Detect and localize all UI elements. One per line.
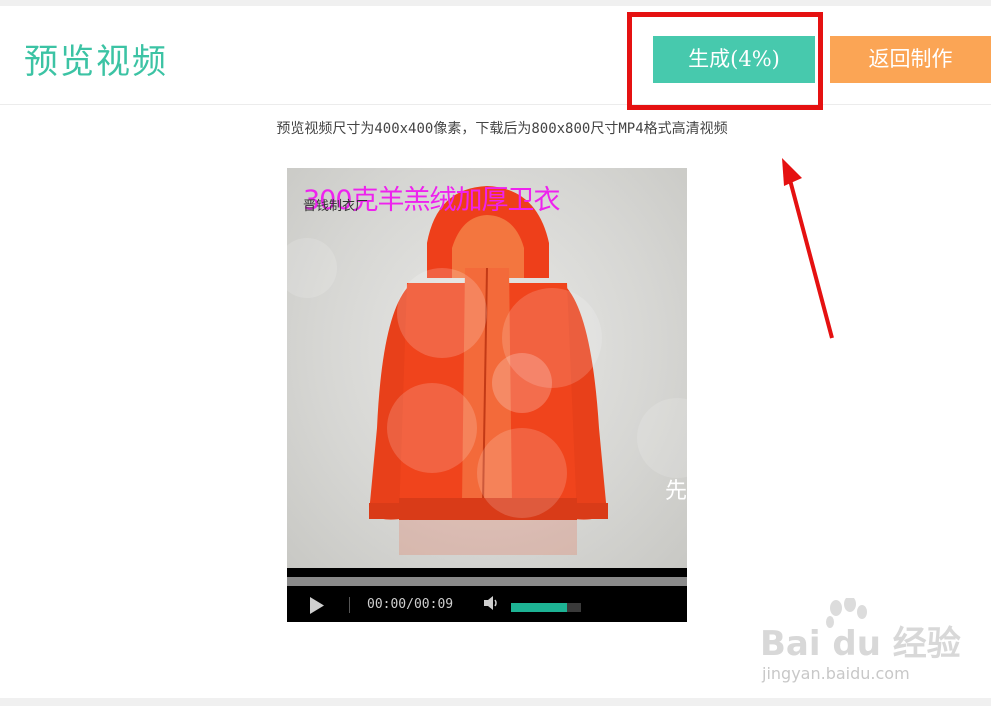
volume-level-fill bbox=[511, 603, 567, 612]
annotation-highlight-box bbox=[627, 12, 823, 110]
seek-bar[interactable] bbox=[287, 577, 687, 586]
back-to-edit-button[interactable]: 返回制作 bbox=[830, 36, 991, 83]
player-controls: 00:00/00:09 bbox=[287, 588, 687, 622]
watermark-text: Bai du 经验 bbox=[760, 624, 961, 664]
controls-divider bbox=[349, 597, 350, 613]
volume-icon[interactable] bbox=[484, 596, 500, 610]
video-frame[interactable]: 300克羊羔绒加厚卫衣 晋钱制衣厂 先 bbox=[287, 168, 687, 568]
volume-slider[interactable] bbox=[511, 603, 581, 612]
annotation-arrow-icon bbox=[782, 158, 834, 339]
header-bar: 预览视频 生成(4%) 返回制作 bbox=[0, 6, 991, 105]
video-player[interactable]: 300克羊羔绒加厚卫衣 晋钱制衣厂 先 00:00/00:09 bbox=[287, 168, 687, 622]
jacket-image bbox=[287, 186, 687, 555]
play-icon[interactable] bbox=[309, 597, 325, 614]
time-display: 00:00/00:09 bbox=[367, 597, 454, 612]
page-frame: 预览视频 生成(4%) 返回制作 预览视频尺寸为400x400像素，下载后为80… bbox=[0, 6, 991, 698]
watermark-url: jingyan.baidu.com bbox=[762, 664, 910, 683]
video-edge-glyph: 先 bbox=[664, 479, 687, 504]
page-title: 预览视频 bbox=[24, 42, 168, 82]
preview-hint-text: 预览视频尺寸为400x400像素，下载后为800x800尺寸MP4格式高清视频 bbox=[276, 121, 728, 137]
video-overlay-subtitle: 晋钱制衣厂 bbox=[303, 199, 369, 214]
